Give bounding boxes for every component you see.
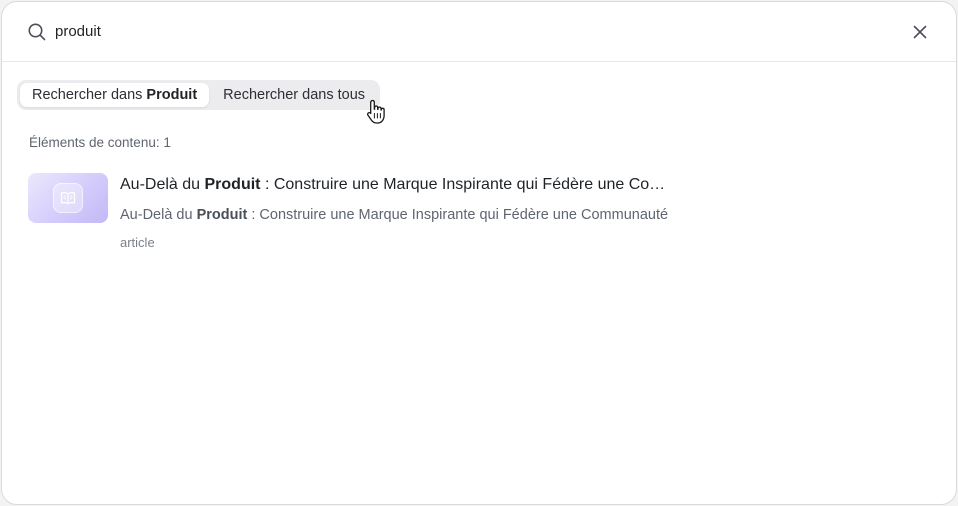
search-modal: Rechercher dans Produit Rechercher dans … <box>1 1 957 505</box>
close-button[interactable] <box>908 20 932 44</box>
result-thumbnail <box>28 173 108 223</box>
search-input[interactable] <box>55 16 900 47</box>
result-thumbnail-badge <box>53 183 83 213</box>
result-text: Au-Delà du Produit : Construire une Marq… <box>120 173 668 263</box>
close-icon <box>913 25 927 38</box>
result-title-suffix: : Construire une Marque Inspirante qui F… <box>260 176 666 193</box>
result-desc-prefix: Au-Delà du <box>120 207 197 223</box>
result-description: Au-Delà du Produit : Construire une Marq… <box>120 206 668 224</box>
scope-option-highlight: Produit <box>146 87 198 103</box>
result-desc-suffix: : Construire une Marque Inspirante qui F… <box>247 207 669 223</box>
result-desc-match: Produit <box>196 207 248 223</box>
search-scope-switch: Rechercher dans Produit Rechercher dans … <box>17 80 381 110</box>
scope-option-label: Rechercher dans <box>32 87 143 103</box>
search-icon <box>27 22 47 42</box>
result-title: Au-Delà du Produit : Construire une Marq… <box>120 175 668 195</box>
search-result-item[interactable]: Au-Delà du Produit : Construire une Marq… <box>28 173 728 263</box>
hand-pointer-icon <box>367 99 385 124</box>
result-title-prefix: Au-Delà du <box>120 176 205 193</box>
scope-option-label: Rechercher dans tous <box>223 87 366 103</box>
search-bar <box>2 2 956 62</box>
result-type-label: article <box>120 235 155 250</box>
book-icon <box>60 192 76 205</box>
scope-option-all[interactable]: Rechercher dans tous <box>211 83 377 107</box>
scope-option-produit[interactable]: Rechercher dans Produit <box>20 83 210 107</box>
results-count: Éléments de contenu: 1 <box>29 135 171 150</box>
result-title-match: Produit <box>204 176 261 193</box>
